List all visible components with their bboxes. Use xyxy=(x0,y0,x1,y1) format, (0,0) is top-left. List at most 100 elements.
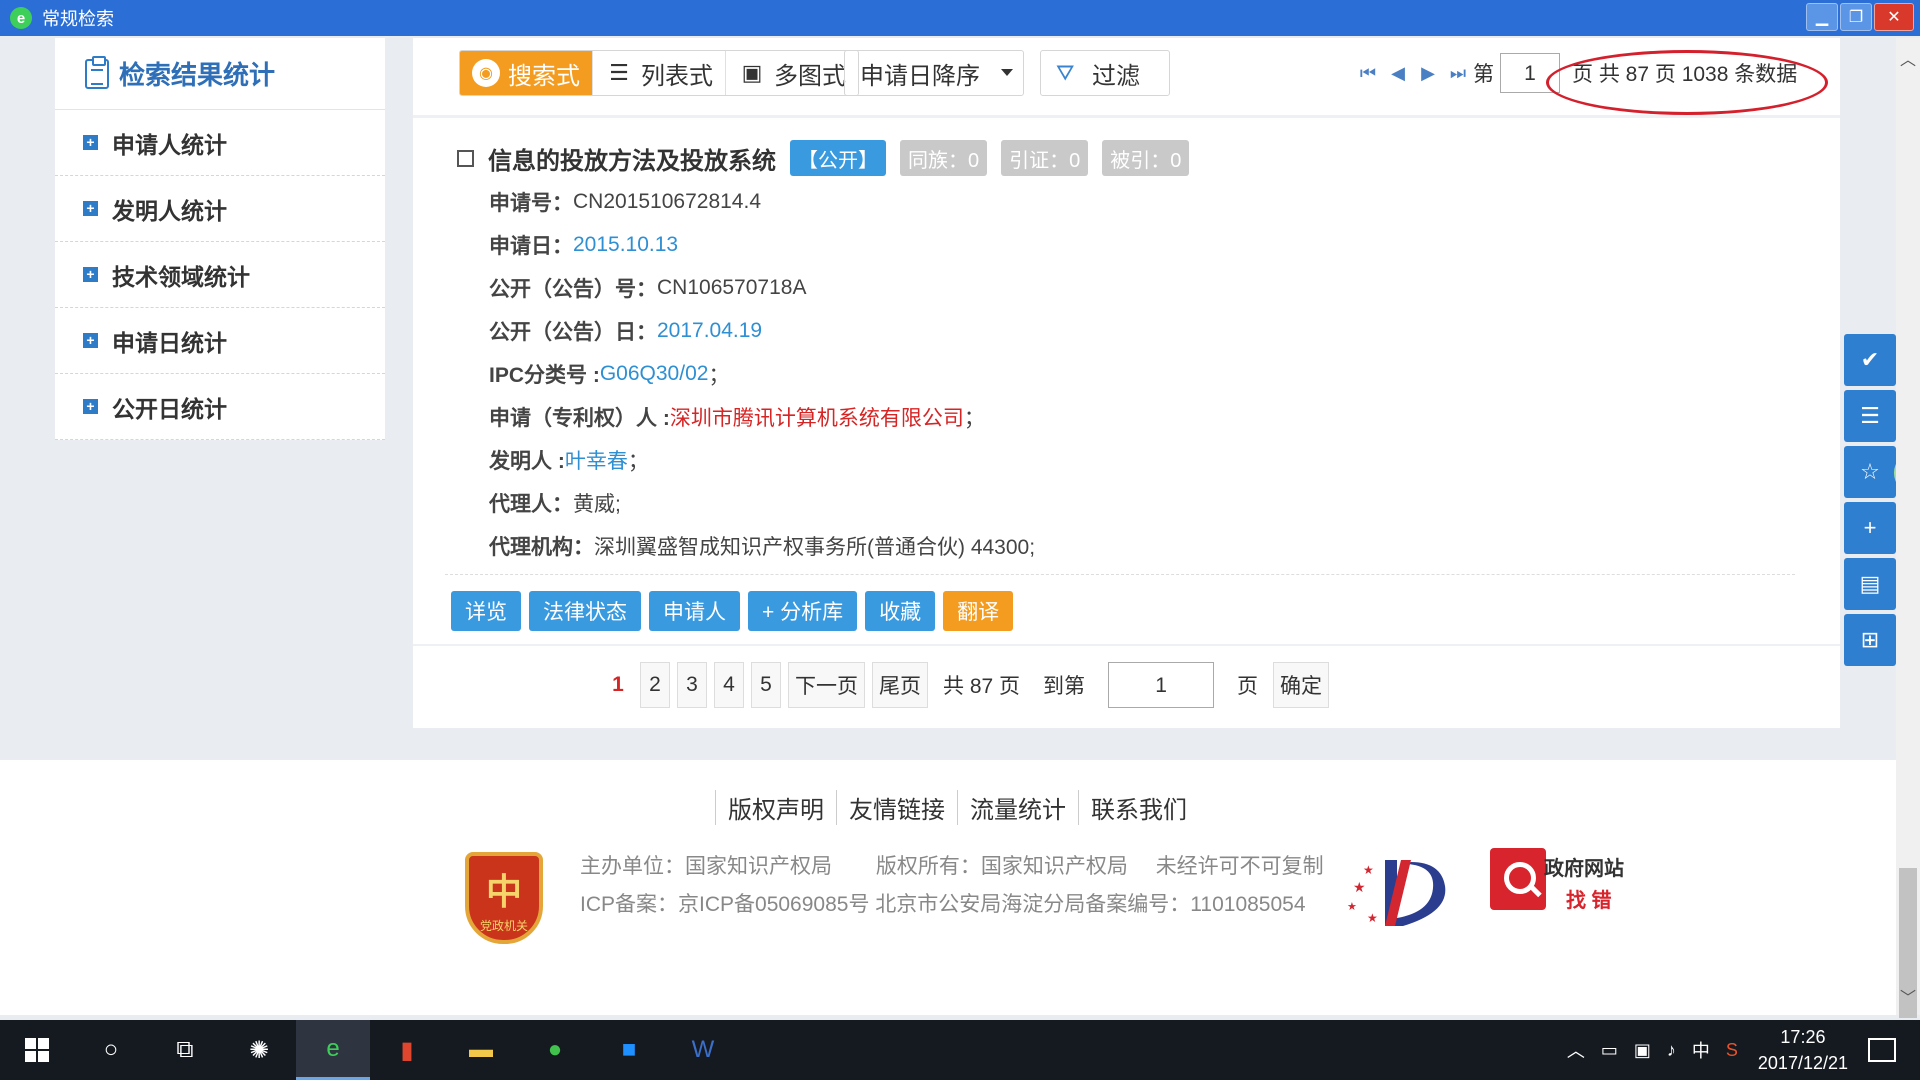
scroll-down-icon[interactable]: ﹀ xyxy=(1900,984,1916,1008)
applicant-button[interactable]: 申请人 xyxy=(649,591,740,631)
page-link[interactable]: 2 xyxy=(640,662,670,708)
cited-by-count-badge[interactable]: 被引：0 xyxy=(1102,140,1190,176)
field-applicant: 申请（专利权）人 : 深圳市腾讯计算机系统有限公司 ； xyxy=(489,395,1817,438)
goto-suffix: 页 xyxy=(1237,675,1259,698)
next-page-icon[interactable]: ▶ xyxy=(1413,63,1443,84)
field-agency: 代理机构： 深圳翼盛智成知识产权事务所(普通合伙) 44300; xyxy=(489,524,1817,567)
sort-order-select[interactable]: 申请日降序 xyxy=(844,50,1024,96)
add-to-analysis-button[interactable]: + 分析库 xyxy=(748,591,858,631)
add-box-icon[interactable]: ⊞ xyxy=(1844,614,1896,666)
sidebar-item-tech-field-stats[interactable]: + 技术领域统计 xyxy=(55,242,385,308)
page-link[interactable]: 3 xyxy=(677,662,707,708)
prev-page-icon[interactable]: ◀ xyxy=(1383,63,1413,84)
page-scrollbar[interactable]: ︿ ﹀ xyxy=(1896,38,1920,1018)
star-icon[interactable]: ☆ xyxy=(1844,446,1896,498)
legal-status-button[interactable]: 法律状态 xyxy=(529,591,641,631)
wechat-icon[interactable]: ● xyxy=(518,1020,592,1080)
minimize-button[interactable]: ▁ xyxy=(1806,3,1838,31)
field-label: 申请（专利权）人 : xyxy=(489,406,670,430)
family-count-badge[interactable]: 同族：0 xyxy=(900,140,988,176)
gov-site-error-report-logo[interactable]: 政府网站 找 错 xyxy=(1490,848,1640,918)
start-button[interactable] xyxy=(0,1020,74,1080)
view-search-style-button[interactable]: ◉ 搜索式 xyxy=(460,51,593,95)
results-toolbar: ◉ 搜索式 ☰ 列表式 ▣ 多图式 申请日降序 ⛛ 过滤 ⏮ ◀ ▶ ⏭ 第 1… xyxy=(413,38,1840,118)
close-button[interactable]: ✕ xyxy=(1874,3,1914,31)
footer-host: 主办单位：国家知识产权局 xyxy=(580,855,832,878)
title-bar: e 常规检索 ▁ ❐ ✕ xyxy=(0,0,1920,36)
action-center-icon[interactable] xyxy=(1868,1038,1896,1062)
battery-icon[interactable]: ▭ xyxy=(1601,1040,1618,1061)
plus-icon[interactable]: + xyxy=(1844,502,1896,554)
page-link[interactable]: 5 xyxy=(751,662,781,708)
tray-expand-icon[interactable]: ︿ xyxy=(1567,1037,1585,1063)
field-value: 深圳翼盛智成知识产权事务所(普通合伙) 44300; xyxy=(594,535,1036,559)
footer-link-contact[interactable]: 联系我们 xyxy=(1078,790,1199,825)
list-icon[interactable]: ▤ xyxy=(1844,558,1896,610)
translate-button[interactable]: 翻译 xyxy=(943,591,1014,631)
sidebar-item-inventor-stats[interactable]: + 发明人统计 xyxy=(55,176,385,242)
field-value[interactable]: 2017.04.19 xyxy=(657,319,762,343)
field-value[interactable]: 叶幸春 xyxy=(565,445,628,475)
filter-button[interactable]: ⛛ 过滤 xyxy=(1040,50,1170,96)
network-icon[interactable]: ▣ xyxy=(1634,1040,1651,1061)
restore-button[interactable]: ❐ xyxy=(1840,3,1872,31)
party-government-emblem[interactable]: 中 党政机关 xyxy=(465,852,543,944)
filter-label: 过滤 xyxy=(1092,62,1140,90)
task-view-icon[interactable]: ⧉ xyxy=(148,1020,222,1080)
list-icon: ☰ xyxy=(609,60,629,85)
detail-button[interactable]: 详览 xyxy=(451,591,521,631)
sidebar-item-filing-date-stats[interactable]: + 申请日统计 xyxy=(55,308,385,374)
goto-confirm-button[interactable]: 确定 xyxy=(1273,662,1330,708)
field-application-number: 申请号： CN201510672814.4 xyxy=(489,180,1817,223)
taskbar-clock[interactable]: 17:26 2017/12/21 xyxy=(1758,1024,1848,1076)
magnifier-icon xyxy=(1490,848,1546,910)
funnel-icon: ⛛ xyxy=(1056,60,1075,85)
field-value[interactable]: 2015.10.13 xyxy=(573,233,678,257)
file-explorer-icon[interactable]: ▬ xyxy=(444,1020,518,1080)
page-link-current[interactable]: 1 xyxy=(603,662,633,708)
field-value[interactable]: G06Q30/02 xyxy=(600,362,709,386)
result-title[interactable]: 信息的投放方法及投放系统 xyxy=(488,141,776,176)
chevron-down-icon xyxy=(1001,69,1013,76)
results-panel: ◉ 搜索式 ☰ 列表式 ▣ 多图式 申请日降序 ⛛ 过滤 ⏮ ◀ ▶ ⏭ 第 1… xyxy=(413,38,1840,728)
footer-copyright: 版权所有：国家知识产权局 xyxy=(875,855,1128,878)
field-label: IPC分类号 : xyxy=(489,363,600,387)
menu-icon[interactable]: ☰ xyxy=(1844,390,1896,442)
last-page-button[interactable]: 尾页 xyxy=(872,662,928,708)
scroll-up-icon[interactable]: ︿ xyxy=(1900,46,1916,70)
sidebar-item-applicant-stats[interactable]: + 申请人统计 xyxy=(55,110,385,176)
field-label: 公开（公告）号： xyxy=(489,277,657,301)
footer-link-friends[interactable]: 友情链接 xyxy=(836,790,957,825)
pinwheel-app-icon[interactable]: ✺ xyxy=(222,1020,296,1080)
ime-indicator[interactable]: 中 xyxy=(1692,1037,1710,1063)
volume-icon[interactable]: ♪ xyxy=(1667,1040,1676,1061)
view-multi-image-button[interactable]: ▣ 多图式 xyxy=(726,51,858,95)
favorite-button[interactable]: 收藏 xyxy=(865,591,936,631)
footer-info: 主办单位：国家知识产权局 版权所有：国家知识产权局 未经许可不可复制 ICP备案… xyxy=(580,848,1324,924)
next-page-button[interactable]: 下一页 xyxy=(788,662,865,708)
red-app-icon[interactable]: ▮ xyxy=(370,1020,444,1080)
page-link[interactable]: 4 xyxy=(714,662,744,708)
citation-count-badge[interactable]: 引证：0 xyxy=(1001,140,1089,176)
check-icon[interactable]: ✔ xyxy=(1844,334,1896,386)
word-icon[interactable]: W xyxy=(666,1020,740,1080)
goto-page-input[interactable]: 1 xyxy=(1108,662,1215,708)
footer-link-traffic[interactable]: 流量统计 xyxy=(957,790,1078,825)
footer-link-copyright[interactable]: 版权声明 xyxy=(715,790,836,825)
last-page-icon[interactable]: ⏭ xyxy=(1443,63,1473,84)
sidebar-item-publication-date-stats[interactable]: + 公开日统计 xyxy=(55,374,385,440)
window-controls: ▁ ❐ ✕ xyxy=(1806,3,1914,31)
field-value[interactable]: 深圳市腾讯计算机系统有限公司 xyxy=(670,402,964,432)
view-list-style-button[interactable]: ☰ 列表式 xyxy=(593,51,726,95)
cortana-icon[interactable]: ○ xyxy=(74,1020,148,1080)
first-page-icon[interactable]: ⏮ xyxy=(1353,63,1383,84)
image-icon: ▣ xyxy=(741,60,763,85)
gov-site-logo[interactable]: ★ ★ ★ ★ xyxy=(1345,852,1460,932)
field-inventor: 发明人 : 叶幸春 ； xyxy=(489,438,1817,481)
browser-taskbar-icon[interactable]: e xyxy=(296,1020,370,1080)
qq-icon[interactable]: ■ xyxy=(592,1020,666,1080)
chat-icon: ◉ xyxy=(472,59,500,87)
sort-order-value: 申请日降序 xyxy=(860,62,980,90)
result-select-checkbox[interactable] xyxy=(457,149,474,167)
sogou-input-icon[interactable]: S xyxy=(1726,1040,1738,1061)
